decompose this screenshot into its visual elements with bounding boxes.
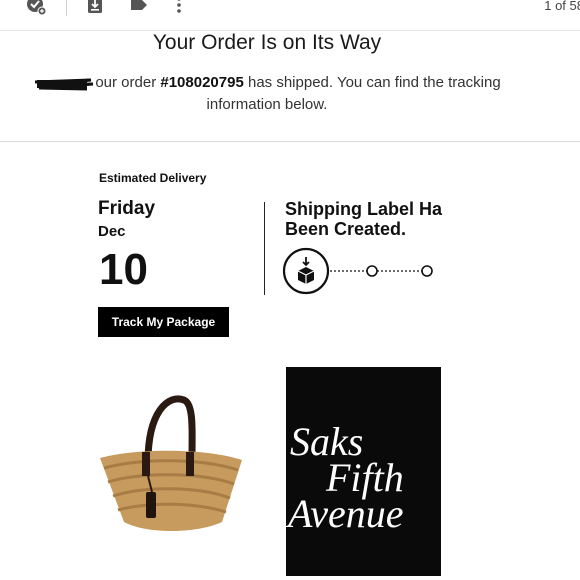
more-vert-icon[interactable]	[168, 0, 190, 16]
download-icon[interactable]	[84, 0, 106, 16]
delivery-month: Dec	[98, 223, 126, 240]
section-divider	[0, 141, 580, 142]
shipping-status: Shipping Label Ha Been Created.	[285, 199, 447, 239]
svg-text:Avenue: Avenue	[286, 491, 404, 536]
delivery-date: 10	[99, 245, 148, 294]
package-icon	[282, 247, 330, 295]
redacted-name-icon	[33, 77, 95, 91]
toolbar-separator	[66, 0, 67, 16]
track-package-button[interactable]: Track My Package	[98, 307, 229, 337]
email-toolbar: 1 of 58	[0, 0, 580, 31]
shipping-status-line-1: Shipping Label Ha	[285, 199, 443, 219]
label-icon[interactable]	[128, 0, 150, 16]
shipping-status-line-2: Been Created.	[285, 219, 407, 239]
intro-text-1: our order	[95, 74, 161, 91]
pager-text: 1 of 58	[544, 0, 580, 13]
email-title: Your Order Is on Its Way	[152, 31, 382, 54]
progress-step-3	[421, 265, 433, 277]
progress-step-2	[366, 265, 378, 277]
email-intro: our order #108020795 has shipped. You ca…	[0, 72, 534, 116]
order-number: #108020795	[160, 74, 244, 91]
snooze-check-icon[interactable]	[25, 0, 47, 16]
delivery-day: Friday	[98, 198, 156, 219]
shipment-progress	[282, 247, 442, 300]
straw-bag-image[interactable]	[96, 392, 246, 547]
saks-fifth-avenue-logo[interactable]: Saks Fifth Avenue	[286, 367, 441, 576]
vertical-divider	[264, 202, 265, 295]
estimated-delivery-label: Estimated Delivery	[99, 171, 207, 185]
intro-text-2: has shipped. You can find the tracking i…	[206, 74, 501, 113]
